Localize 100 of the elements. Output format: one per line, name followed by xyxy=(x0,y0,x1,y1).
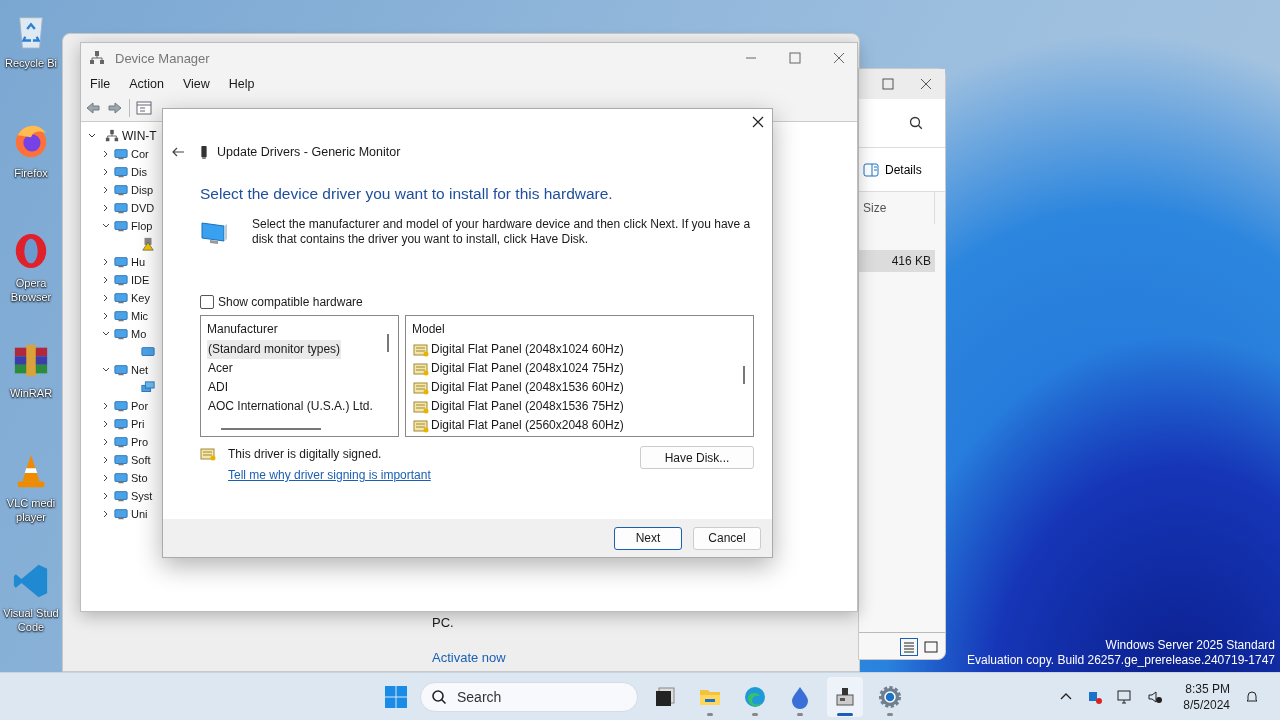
list-item[interactable]: AOC International (U.S.A.) Ltd. xyxy=(207,397,374,416)
tree-item[interactable]: WIN-T xyxy=(122,129,157,143)
task-view-icon[interactable] xyxy=(653,684,677,709)
device-category-icon xyxy=(114,417,128,431)
running-indicator xyxy=(837,712,853,716)
running-indicator xyxy=(707,712,713,716)
monitor-icon[interactable] xyxy=(141,345,155,359)
cancel-button[interactable]: Cancel xyxy=(693,526,761,550)
network-adapter-icon[interactable] xyxy=(141,381,155,395)
device-category-icon xyxy=(114,309,128,323)
forward-arrow-icon[interactable] xyxy=(107,100,123,116)
running-indicator xyxy=(752,712,758,716)
device-category-icon xyxy=(114,273,128,287)
watermark-text: Windows Server 2025 Standard xyxy=(1105,638,1275,653)
computer-tree-icon xyxy=(89,50,105,66)
browser-swirl-icon[interactable] xyxy=(743,684,767,709)
list-item[interactable]: Digital Flat Panel (2560x2048 60Hz) xyxy=(412,416,625,435)
certificate-icon xyxy=(413,417,429,434)
taskbar-app-button[interactable] xyxy=(827,676,863,717)
tiles-view-icon[interactable] xyxy=(923,639,939,655)
file-size-cell[interactable]: 416 KB xyxy=(859,250,935,272)
scrollbar-thumb[interactable] xyxy=(387,334,389,352)
list-item[interactable]: Digital Flat Panel (2048x1024 75Hz) xyxy=(412,359,625,378)
maximize-icon[interactable] xyxy=(882,78,894,90)
device-category-icon xyxy=(114,471,128,485)
column-header[interactable]: Size xyxy=(859,192,935,224)
certificate-icon xyxy=(200,446,216,462)
search-field[interactable]: Search xyxy=(420,681,638,712)
device-category-icon xyxy=(114,489,128,503)
certificate-icon xyxy=(413,341,429,358)
details-view-icon[interactable] xyxy=(901,639,917,655)
device-category-icon xyxy=(114,201,128,215)
device-category-icon xyxy=(114,219,128,233)
running-indicator xyxy=(797,712,803,716)
list-item[interactable]: Digital Flat Panel (2048x1024 60Hz) xyxy=(412,340,625,359)
warning-device-icon[interactable] xyxy=(141,237,155,251)
activate-link[interactable]: Activate now xyxy=(432,650,859,665)
instruction-text: Select the manufacturer and model of your hardware device and then click Next. If you have a disk that contains the driver you want to install, click Have Disk. xyxy=(252,217,752,247)
speaker-muted-icon[interactable] xyxy=(1147,688,1164,705)
running-indicator xyxy=(887,712,893,716)
list-item[interactable]: Digital Flat Panel (2048x1536 60Hz) xyxy=(412,378,625,397)
dialog-heading: Select the device driver you want to install for this hardware. xyxy=(200,185,614,203)
menu-item[interactable]: Action xyxy=(129,77,164,91)
watermark-text: Evaluation copy. Build 26257.ge_prerelease.240719-1747 xyxy=(967,653,1275,668)
start-icon[interactable] xyxy=(384,684,408,709)
clock-date[interactable]: 8/5/2024 xyxy=(1183,696,1230,713)
menu-item[interactable]: View xyxy=(182,77,210,91)
have-disk-button[interactable]: Have Disk... xyxy=(640,446,754,469)
tree-item[interactable]: Uni xyxy=(131,508,148,520)
signing-info-link[interactable]: Tell me why driver signing is important xyxy=(228,468,431,482)
device-category-icon xyxy=(114,147,128,161)
scrollbar-thumb[interactable] xyxy=(221,428,321,430)
checkbox[interactable] xyxy=(200,295,214,309)
tree-item[interactable]: Mo xyxy=(131,328,147,340)
menu-item[interactable]: File xyxy=(90,77,111,91)
list-item[interactable]: (Standard monitor types) xyxy=(207,340,342,359)
device-category-icon xyxy=(114,507,128,521)
certificate-icon xyxy=(413,360,429,377)
window-text: PC. xyxy=(432,615,455,630)
close-icon[interactable] xyxy=(752,116,764,128)
scrollbar-thumb[interactable] xyxy=(743,366,745,384)
tree-item[interactable]: Por xyxy=(131,400,149,412)
tree-item[interactable]: Net xyxy=(131,364,149,376)
settings-icon[interactable] xyxy=(878,684,902,709)
certificate-icon xyxy=(413,379,429,396)
tree-item[interactable]: Cor xyxy=(131,148,149,160)
details-pane-icon xyxy=(863,161,879,178)
checkbox-label[interactable]: Show compatible hardware xyxy=(218,295,363,309)
tree-item[interactable]: Hu xyxy=(131,256,146,268)
list-item[interactable]: Acer xyxy=(207,359,234,378)
back-arrow-icon[interactable] xyxy=(171,145,185,159)
device-category-icon xyxy=(114,255,128,269)
details-button[interactable]: Details xyxy=(859,148,945,192)
list-item[interactable]: ADI xyxy=(207,378,229,397)
tree-item[interactable]: Syst xyxy=(131,490,153,502)
tree-item[interactable]: Disp xyxy=(131,184,153,196)
tree-item[interactable]: Pri xyxy=(131,418,145,430)
tree-item[interactable]: Key xyxy=(131,292,150,304)
properties-icon[interactable] xyxy=(136,100,152,116)
tree-item[interactable]: Mic xyxy=(131,310,149,322)
tree-item[interactable]: Soft xyxy=(131,454,151,466)
computer-tree-icon xyxy=(105,129,119,143)
list-item[interactable]: Digital Flat Panel (2048x1536 75Hz) xyxy=(412,397,625,416)
notification-bell-icon[interactable] xyxy=(1244,688,1260,705)
close-icon[interactable] xyxy=(920,78,932,90)
tree-item[interactable]: Dis xyxy=(131,166,147,178)
search-icon xyxy=(431,688,447,705)
window-title: Device Manager xyxy=(115,50,210,66)
tree-item[interactable]: Pro xyxy=(131,436,149,448)
next-button[interactable]: Next xyxy=(614,526,682,550)
tree-item[interactable]: DVD xyxy=(131,202,155,214)
tree-item[interactable]: Flop xyxy=(131,220,153,232)
certificate-icon xyxy=(413,398,429,415)
maximize-icon[interactable] xyxy=(789,52,801,64)
menu-item[interactable]: Help xyxy=(228,77,255,91)
tree-item[interactable]: Sto xyxy=(131,472,148,484)
search-icon[interactable] xyxy=(909,116,923,130)
device-category-icon xyxy=(114,291,128,305)
tree-item[interactable]: IDE xyxy=(131,274,150,286)
clock-time[interactable]: 8:35 PM xyxy=(1185,680,1230,697)
